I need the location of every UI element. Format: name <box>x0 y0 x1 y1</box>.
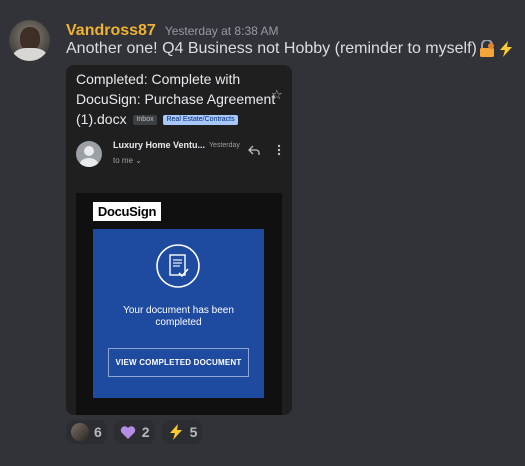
reaction-purple-heart[interactable]: 2 <box>113 420 155 444</box>
lightning-icon <box>499 41 512 57</box>
email-screenshot-attachment[interactable]: Completed: Complete with DocuSign: Purch… <box>66 65 292 415</box>
completion-message: Your document has been completed <box>123 305 234 328</box>
view-completed-document-button: VIEW COMPLETED DOCUMENT <box>108 348 249 377</box>
email-body: DocuSign Your document has been complete… <box>76 193 282 415</box>
lock-with-key-icon <box>479 40 494 57</box>
message-header: Vandross87 Yesterday at 8:38 AM <box>66 22 278 40</box>
message-timestamp: Yesterday at 8:38 AM <box>164 24 279 38</box>
email-subject: Completed: Complete with DocuSign: Purch… <box>76 69 291 129</box>
lightning-icon <box>169 424 182 440</box>
chat-message: Vandross87 Yesterday at 8:38 AM Another … <box>0 0 525 466</box>
username[interactable]: Vandross87 <box>66 22 156 40</box>
reply-icon <box>248 145 260 155</box>
subject-line-2: DocuSign: Purchase Agreement <box>76 91 276 107</box>
sender-time: Yesterday <box>209 142 240 149</box>
subject-line-1: Completed: Complete with <box>76 71 241 87</box>
label-inbox: Inbox <box>133 115 157 126</box>
user-avatar-emoji-icon <box>71 423 89 441</box>
purple-heart-icon <box>120 426 135 439</box>
message-content: Another one! Q4 Business not Hobby (remi… <box>66 40 515 58</box>
completion-panel: Your document has been completed VIEW CO… <box>93 229 264 398</box>
subject-line-3: (1).docx Inbox Real Estate/Contracts <box>76 109 291 129</box>
reaction-count: 2 <box>141 424 150 440</box>
docusign-logo: DocuSign <box>93 202 161 221</box>
document-check-icon <box>156 244 200 288</box>
reaction-lightning[interactable]: 5 <box>161 420 203 444</box>
user-avatar[interactable] <box>9 20 50 61</box>
avatar-shirt <box>13 48 47 61</box>
recipient-line: to me ⌄ <box>113 156 142 165</box>
sender-name: Luxury Home Ventu... <box>113 140 206 150</box>
label-real-estate: Real Estate/Contracts <box>163 115 238 126</box>
star-icon: ☆ <box>271 87 283 102</box>
message-text: Another one! Q4 Business not Hobby (remi… <box>66 40 477 57</box>
reaction-count: 5 <box>189 424 198 440</box>
reaction-user-avatar[interactable]: 6 <box>66 420 107 444</box>
sender-avatar <box>76 141 102 167</box>
more-vertical-icon <box>277 144 281 156</box>
reaction-count: 6 <box>94 424 102 440</box>
reactions-bar: 6 2 5 <box>66 420 203 444</box>
